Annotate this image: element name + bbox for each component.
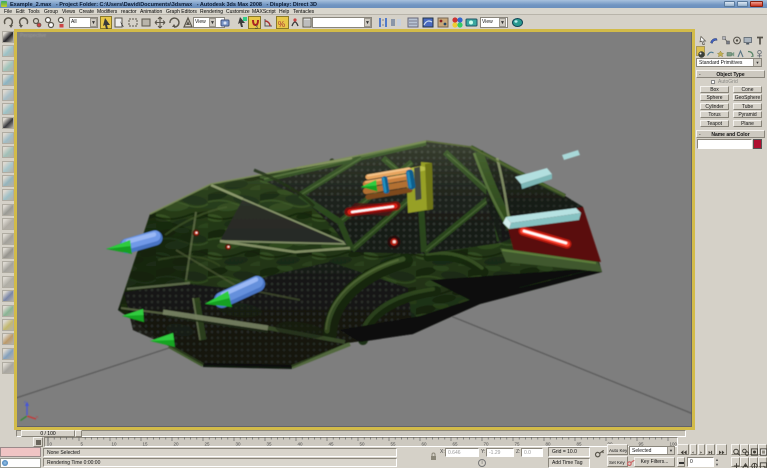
svg-text:z: z [24, 399, 26, 404]
svg-text:60: 60 [422, 442, 428, 447]
svg-text:20: 20 [174, 442, 180, 447]
svg-text:%: % [278, 20, 285, 29]
svg-text:80: 80 [546, 442, 552, 447]
svg-text:0: 0 [50, 442, 53, 447]
svg-text:10: 10 [112, 442, 118, 447]
svg-text:75: 75 [515, 442, 521, 447]
svg-text:x: x [36, 414, 38, 419]
svg-text:25: 25 [205, 442, 211, 447]
svg-text:70: 70 [484, 442, 490, 447]
svg-text:40: 40 [298, 442, 304, 447]
svg-text:15: 15 [143, 442, 149, 447]
svg-text:50: 50 [360, 442, 366, 447]
svg-text:30: 30 [236, 442, 242, 447]
svg-text:5: 5 [81, 442, 84, 447]
svg-text:65: 65 [453, 442, 459, 447]
svg-text:35: 35 [267, 442, 273, 447]
svg-text:Perspective: Perspective [20, 33, 46, 39]
svg-text:45: 45 [329, 442, 335, 447]
svg-text:55: 55 [391, 442, 397, 447]
svg-text:85: 85 [577, 442, 583, 447]
